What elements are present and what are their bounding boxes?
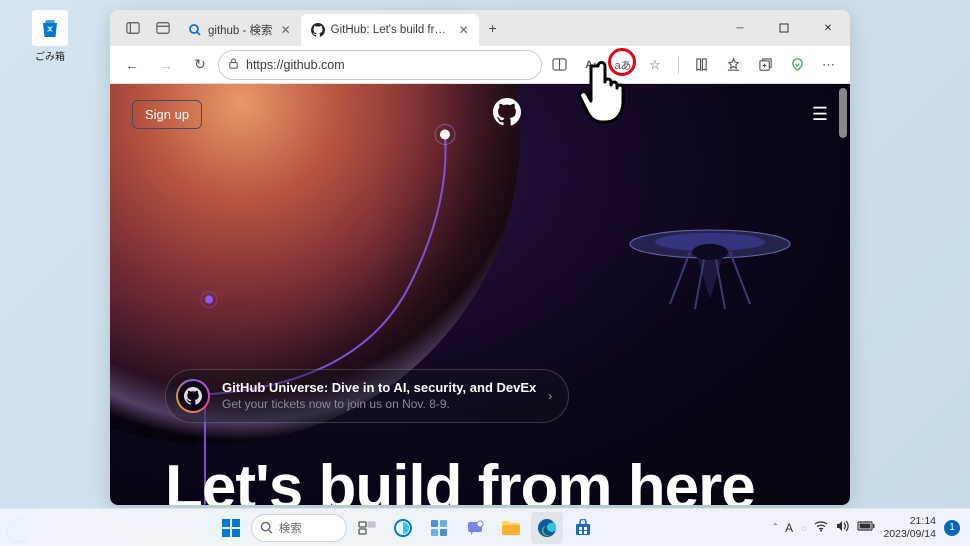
cursor-hand-icon [572,60,632,128]
toolbar: ← → ↻ https://github.com A» aあ ☆ ⋯ [110,46,850,84]
chat-icon[interactable] [459,512,491,544]
tab-github[interactable]: GitHub: Let's build from here · Gi ✕ [301,14,479,46]
favorites-bar-icon[interactable] [718,50,748,80]
maximize-button[interactable] [762,10,806,46]
tray-chevron-icon[interactable]: ˆ [774,522,778,534]
search-placeholder: 検索 [279,520,302,536]
widgets-icon[interactable] [423,512,455,544]
battery-icon[interactable] [857,521,875,534]
site-lock-icon[interactable] [227,57,240,73]
signup-button[interactable]: Sign up [132,100,202,129]
universe-banner[interactable]: GitHub Universe: Dive in to AI, security… [165,369,569,423]
banner-title: GitHub Universe: Dive in to AI, security… [222,380,536,397]
taskbar-center: 検索 [40,512,774,544]
address-bar[interactable]: https://github.com [218,50,542,80]
new-tab-button[interactable]: + [479,14,507,42]
ime-indicator[interactable]: A [785,521,793,535]
page-content: Sign up ☰ GitHub Universe: Dive in to AI… [110,84,850,505]
tab-strip: github - 検索 ✕ GitHub: Let's build from h… [110,10,718,46]
clock[interactable]: 21:14 2023/09/14 [883,515,936,539]
task-view-button[interactable] [351,512,383,544]
banner-text: GitHub Universe: Dive in to AI, security… [222,380,536,412]
copilot-icon[interactable] [387,512,419,544]
menu-icon[interactable]: ☰ [812,104,828,125]
menu-button[interactable]: ⋯ [814,50,844,80]
bing-icon [188,23,202,37]
notification-badge[interactable]: 1 [944,520,960,536]
reading-list-icon[interactable] [686,50,716,80]
github-logo-icon[interactable] [493,98,521,131]
favorite-icon[interactable]: ☆ [640,50,670,80]
tab-search[interactable]: github - 検索 ✕ [178,14,301,46]
volume-icon[interactable] [836,520,849,535]
tab-actions-icon[interactable] [118,13,148,43]
hero-heading: Let's build from here [165,452,830,505]
forward-button[interactable]: → [150,49,182,81]
window-controls: ─ ✕ [718,10,850,46]
taskbar: 検索 ˆ A ◌ 21:14 2023/09/14 1 [0,508,970,546]
scrollbar[interactable] [838,84,848,505]
edge-icon[interactable] [531,512,563,544]
banner-subtitle: Get your tickets now to join us on Nov. … [222,397,536,413]
search-icon [260,521,273,534]
github-header: Sign up ☰ [110,98,850,131]
split-screen-icon[interactable] [544,50,574,80]
recycle-bin-label: ごみ箱 [25,48,75,63]
close-window-button[interactable]: ✕ [806,10,850,46]
back-button[interactable]: ← [116,49,148,81]
drone-graphic [620,204,800,334]
refresh-button[interactable]: ↻ [184,49,216,81]
scrollbar-thumb[interactable] [839,88,847,138]
close-icon[interactable]: ✕ [457,21,471,39]
wifi-icon[interactable] [814,520,828,535]
recycle-bin-icon [32,10,68,46]
collections-icon[interactable] [750,50,780,80]
github-icon [311,23,325,37]
universe-icon [176,379,210,413]
date-text: 2023/09/14 [883,528,936,540]
tab-title: github - 検索 [208,22,273,38]
close-icon[interactable]: ✕ [279,21,293,39]
cloud-icon[interactable]: ◌ [801,523,806,533]
store-icon[interactable] [567,512,599,544]
vertical-tabs-icon[interactable] [148,13,178,43]
browser-window: github - 検索 ✕ GitHub: Let's build from h… [110,10,850,505]
tab-title: GitHub: Let's build from here · Gi [331,24,451,36]
explorer-icon[interactable] [495,512,527,544]
start-button[interactable] [215,512,247,544]
time-text: 21:14 [883,515,936,527]
minimize-button[interactable]: ─ [718,10,762,46]
chevron-right-icon: › [548,389,552,403]
taskbar-search[interactable]: 検索 [251,514,347,542]
recycle-bin[interactable]: ごみ箱 [25,10,75,63]
system-tray: ˆ A ◌ 21:14 2023/09/14 1 [774,515,970,539]
browser-essentials-icon[interactable] [782,50,812,80]
titlebar: github - 検索 ✕ GitHub: Let's build from h… [110,10,850,46]
url-text: https://github.com [246,58,533,72]
